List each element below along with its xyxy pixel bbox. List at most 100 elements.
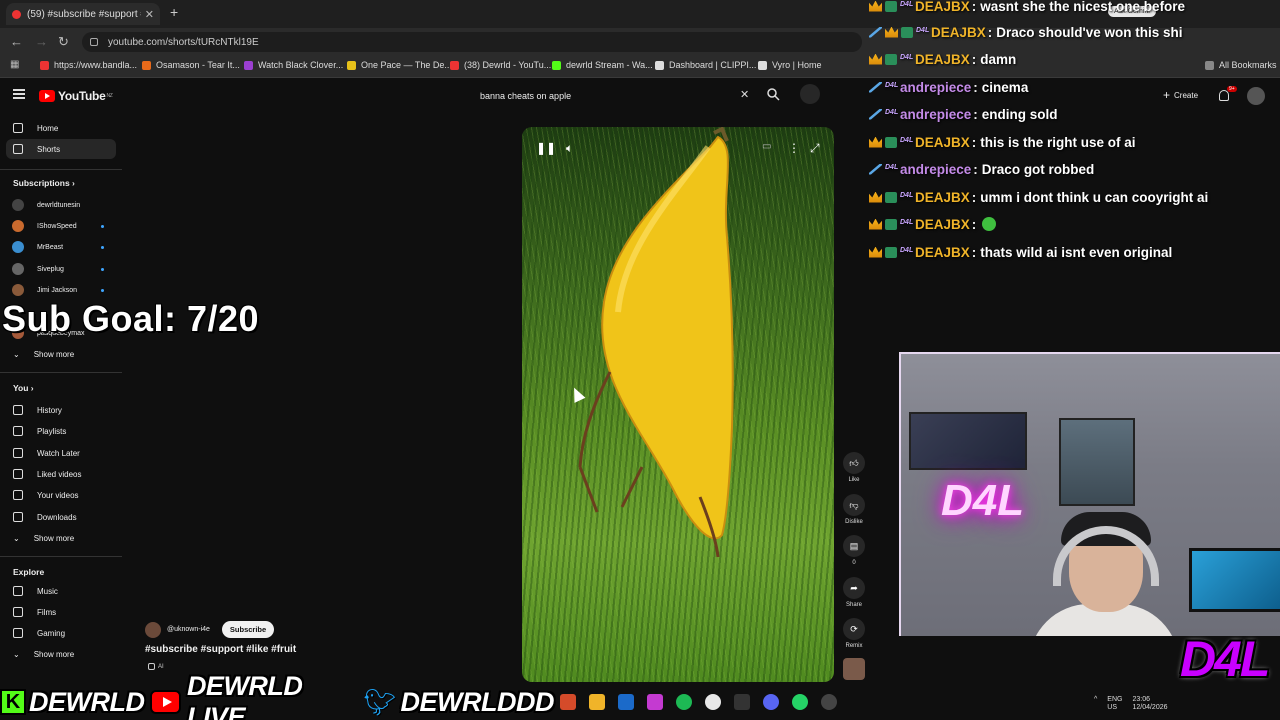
subscriber-badge-icon (901, 26, 913, 38)
divider (0, 556, 122, 557)
you-heading[interactable]: You › (13, 383, 34, 393)
channel-avatar-icon (12, 220, 24, 232)
remix-icon: ⟳ (843, 618, 865, 640)
channel-avatar-icon[interactable] (145, 621, 161, 638)
menu-icon[interactable] (13, 89, 25, 99)
capcut-icon[interactable] (734, 694, 750, 710)
chevron-down-icon: ⌄ (13, 349, 20, 359)
remix-button[interactable]: ⟳ Remix (842, 618, 866, 649)
url-input[interactable]: youtube.com/shorts/tURcNTkl19E (82, 32, 862, 52)
share-button[interactable]: ➦ Share (842, 577, 866, 608)
more-options-icon[interactable]: ⋮ (788, 141, 800, 155)
taskbar-app-icon[interactable] (560, 694, 576, 710)
instagram-icon[interactable] (647, 694, 663, 710)
tab-title: (59) #subscribe #support #... (27, 8, 141, 20)
subscription-item[interactable]: Jimi Jackson (6, 281, 116, 299)
voice-search-icon[interactable] (800, 84, 820, 104)
chat-message: D4L DEAJBX: Draco should've won this shi (869, 21, 1183, 43)
search-icon[interactable] (766, 87, 780, 101)
pause-icon[interactable]: ❚❚ (536, 141, 556, 155)
short-description[interactable]: #subscribe #support #like #fruit (145, 644, 296, 655)
discord-icon[interactable] (763, 694, 779, 710)
show-more-you[interactable]: ⌄ Show more (6, 528, 116, 548)
sound-thumbnail[interactable] (843, 658, 865, 680)
volume-icon[interactable]: 🔈︎ (566, 141, 573, 156)
store-icon[interactable] (618, 694, 634, 710)
subscription-item[interactable]: dewrldtunesin (6, 196, 116, 214)
music-icon (13, 586, 23, 596)
bookmark-item[interactable]: dewrld Stream - Wa... (552, 60, 653, 70)
whatsapp-icon[interactable] (792, 694, 808, 710)
subscriptions-heading[interactable]: Subscriptions › (13, 178, 75, 188)
reload-icon[interactable]: ↻ (58, 34, 69, 50)
chrome-icon[interactable] (705, 694, 721, 710)
sidebar-item-your-videos[interactable]: Your videos (6, 485, 116, 505)
sidebar-item-shorts[interactable]: Shorts (6, 139, 116, 159)
show-more-explore[interactable]: ⌄ Show more (6, 644, 116, 664)
youtube-logo[interactable]: YouTube NZ (39, 89, 113, 103)
search-input[interactable]: banna cheats on apple (472, 85, 760, 107)
subscriber-badge-icon (885, 0, 897, 12)
spotify-icon[interactable] (676, 694, 692, 710)
youtube-handle: DEWRLD LIVE (150, 671, 357, 720)
clock-icon (13, 448, 23, 458)
sidebar-item-watch-later[interactable]: Watch Later (6, 443, 116, 463)
neon-sign: D4L (941, 476, 1025, 525)
clock[interactable]: 23:06 12/04/2026 (1132, 696, 1167, 712)
sidebar-item-history[interactable]: History (6, 400, 116, 420)
sidebar-item-home[interactable]: Home (6, 118, 116, 138)
sidebar-item-gaming[interactable]: Gaming (6, 623, 116, 643)
show-more-subscriptions[interactable]: ⌄ Show more (6, 344, 116, 364)
apps-grid-icon[interactable]: ▦ (10, 59, 19, 70)
dislike-button[interactable]: 👎︎ Dislike (842, 494, 866, 525)
sidebar-item-liked-videos[interactable]: Liked videos (6, 464, 116, 484)
bookmark-item[interactable]: One Pace — The De... (347, 60, 452, 70)
bookmark-item[interactable]: Dashboard | CLIPPI... (655, 60, 756, 70)
subscription-item[interactable]: MrBeast (6, 238, 116, 256)
short-video-player[interactable]: ❚❚ 🔈︎ ▭ ⋮ ⤢ (522, 127, 834, 682)
bookmark-item[interactable]: Osamason - Tear It... (142, 60, 240, 70)
bookmark-item[interactable]: Watch Black Clover... (244, 60, 343, 70)
new-content-dot (101, 245, 104, 249)
banana-video-content (578, 127, 734, 558)
subscription-item[interactable]: Siveplug (6, 260, 116, 278)
subscription-item[interactable]: IShowSpeed (6, 217, 116, 235)
channel-name[interactable]: @uknown-i4e (167, 626, 210, 633)
comments-button[interactable]: ▤ 0 (842, 535, 866, 566)
sidebar-item-films[interactable]: Films (6, 602, 116, 622)
subscribe-button[interactable]: Subscribe (221, 621, 275, 638)
bookmark-item[interactable]: (38) Dewrld - YouTu... (450, 60, 551, 70)
ai-label: AI (148, 663, 164, 670)
captions-icon[interactable]: ▭ (762, 141, 771, 152)
new-tab-button[interactable]: + (170, 4, 178, 20)
tray-chevron-icon[interactable]: ^ (1094, 696, 1097, 712)
like-button[interactable]: 👍︎ Like (842, 452, 866, 483)
sidebar-item-music[interactable]: Music (6, 581, 116, 601)
sidebar-item-playlists[interactable]: Playlists (6, 421, 116, 441)
file-explorer-icon[interactable] (589, 694, 605, 710)
obs-icon[interactable] (821, 694, 837, 710)
site-info-icon[interactable] (90, 38, 98, 46)
film-icon (13, 607, 23, 617)
channel-avatar-icon (12, 263, 24, 275)
taskbar (560, 694, 850, 710)
new-content-dot (101, 288, 104, 292)
chat-message: D4L andrepiece: ending sold (869, 103, 1058, 125)
home-icon (13, 123, 23, 133)
close-tab-icon[interactable]: ✕ (145, 8, 154, 21)
channel-avatar-icon (12, 284, 24, 296)
fullscreen-icon[interactable]: ⤢ (810, 141, 820, 156)
bookmark-item[interactable]: https://www.bandla... (40, 60, 137, 70)
subscriber-badge-icon (885, 191, 897, 203)
sidebar-item-downloads[interactable]: Downloads (6, 507, 116, 527)
clear-search-icon[interactable]: ✕ (740, 88, 749, 101)
browser-tab[interactable]: (59) #subscribe #support #... ✕ (6, 3, 160, 25)
bookmark-item[interactable]: Vyro | Home (758, 60, 822, 70)
divider (0, 372, 122, 373)
crown-badge-icon (869, 53, 882, 65)
bookmark-favicon-icon (40, 60, 49, 70)
language-indicator[interactable]: ENG US (1107, 696, 1122, 712)
forward-icon[interactable]: → (35, 34, 48, 49)
channel-avatar-icon (12, 241, 24, 253)
back-icon[interactable]: ← (10, 34, 23, 49)
